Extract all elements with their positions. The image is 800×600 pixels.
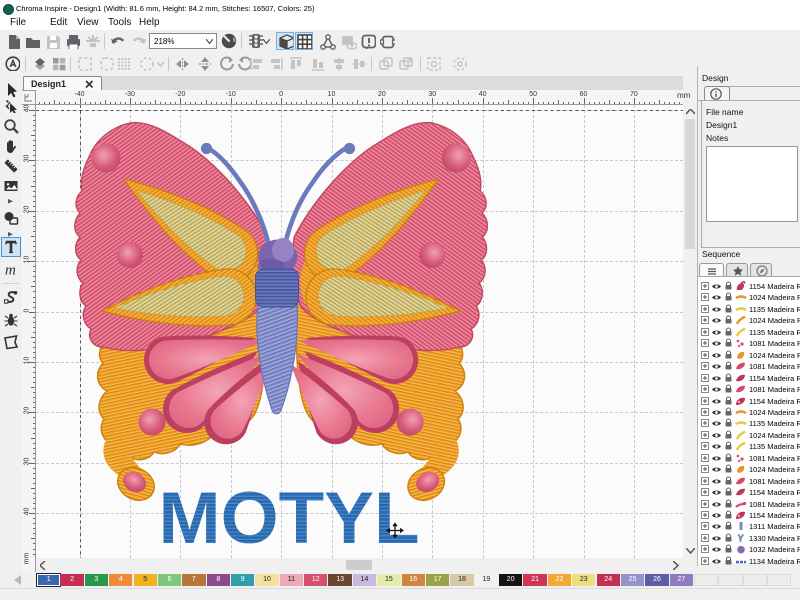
svg-text:MOTYL: MOTYL xyxy=(159,478,420,558)
svg-text:m: m xyxy=(5,263,16,279)
